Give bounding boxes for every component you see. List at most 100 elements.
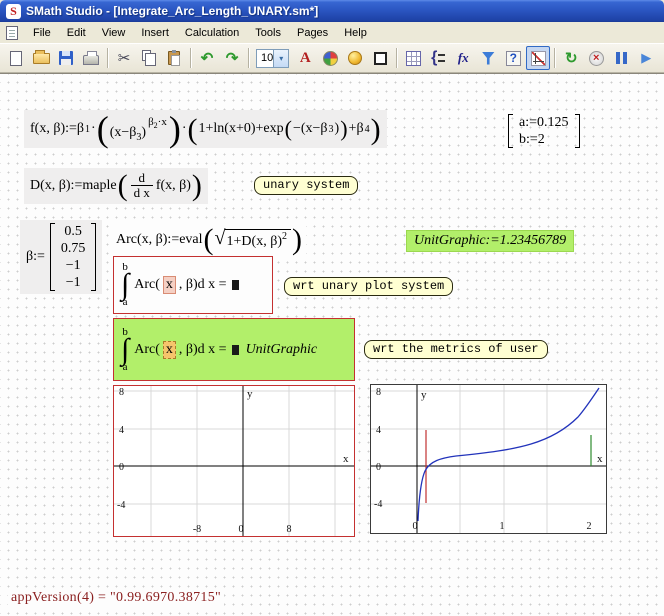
step-button[interactable] bbox=[659, 46, 664, 70]
question-box-icon: ? bbox=[506, 51, 521, 66]
interrupt-button[interactable]: × bbox=[584, 46, 608, 70]
beta-values: 0.5 0.75 −1 −1 bbox=[56, 223, 91, 291]
menu-edit[interactable]: Edit bbox=[59, 24, 94, 42]
menu-insert[interactable]: Insert bbox=[133, 24, 177, 42]
toolbar-separator bbox=[190, 48, 191, 68]
palette-icon bbox=[323, 51, 338, 66]
new-button[interactable] bbox=[4, 46, 28, 70]
paren-open: ( bbox=[204, 226, 214, 253]
derivative-fraction: d d x bbox=[131, 171, 153, 201]
document-icon[interactable] bbox=[6, 26, 18, 40]
save-icon bbox=[59, 51, 73, 65]
copy-icon bbox=[142, 50, 151, 61]
paren-open: ( bbox=[97, 113, 109, 145]
paren-open: ( bbox=[188, 116, 198, 143]
recalculate-button[interactable]: ↻ bbox=[559, 46, 583, 70]
constants-rows: a:=0.125 b:=2 bbox=[514, 114, 574, 148]
integral-icon: ∫ bbox=[121, 338, 129, 362]
color-palette-button[interactable] bbox=[318, 46, 342, 70]
integrand-rest: , β)d x = bbox=[179, 342, 227, 358]
font-letter-icon: A bbox=[300, 50, 311, 67]
label-wrt-unary[interactable]: wrt unary plot system bbox=[284, 277, 453, 296]
equation-system-button[interactable]: { bbox=[426, 46, 450, 70]
result-placeholder[interactable] bbox=[232, 280, 239, 290]
save-button[interactable] bbox=[54, 46, 78, 70]
derivative-den: d x bbox=[131, 185, 153, 200]
label-unary-system[interactable]: unary system bbox=[254, 176, 358, 195]
menu-pages[interactable]: Pages bbox=[289, 24, 336, 42]
beta-value: −1 bbox=[61, 257, 86, 274]
matrix-button[interactable] bbox=[401, 46, 425, 70]
plot-left[interactable]: 8 4 0 -4 -8 0 8 y x bbox=[113, 385, 355, 537]
cut-button[interactable]: ✂ bbox=[112, 46, 136, 70]
result-placeholder[interactable] bbox=[232, 345, 239, 355]
plot-right[interactable]: 8 4 0 -4 0 1 2 y x bbox=[370, 384, 607, 534]
run-button[interactable]: ▶ bbox=[634, 46, 658, 70]
x-tick: 1 bbox=[500, 521, 505, 532]
border-button[interactable] bbox=[368, 46, 392, 70]
chevron-down-icon[interactable]: ▾ bbox=[273, 50, 288, 67]
equation-system-icon: { bbox=[431, 50, 445, 66]
formula-d-region[interactable]: D(x, β):=maple ( d d x f(x, β) ) bbox=[24, 168, 208, 204]
f-group2d: +β bbox=[349, 121, 364, 137]
axes bbox=[371, 385, 606, 533]
formula-f-region[interactable]: f(x, β):=β1 · ( (x−β3) β2·x ) · ( 1+ln(x… bbox=[24, 110, 387, 148]
appversion-text[interactable]: appVersion(4) = "0.99.6970.38715" bbox=[8, 589, 224, 607]
f-group2b: −(x−β bbox=[293, 121, 328, 137]
insert-image-button[interactable] bbox=[343, 46, 367, 70]
arc-lhs: Arc(x, β):=eval bbox=[116, 232, 203, 248]
toolbar: ✂ ↶ ↷ 10 ▾ A { fx ? ↻ × ▶ bbox=[0, 43, 664, 73]
font-button[interactable]: A bbox=[293, 46, 317, 70]
worksheet-canvas[interactable]: f(x, β):=β1 · ( (x−β3) β2·x ) · ( 1+ln(x… bbox=[0, 73, 664, 616]
menu-tools[interactable]: Tools bbox=[247, 24, 289, 42]
filter-button[interactable] bbox=[476, 46, 500, 70]
paste-button[interactable] bbox=[162, 46, 186, 70]
pause-button[interactable] bbox=[609, 46, 633, 70]
x-variable-marked[interactable]: x bbox=[163, 341, 176, 359]
font-size-select[interactable]: 10 ▾ bbox=[256, 49, 289, 68]
brace-glyph: { bbox=[431, 50, 437, 66]
frame-icon bbox=[374, 52, 387, 65]
x-tick: 0 bbox=[413, 521, 418, 532]
beta-vector-region[interactable]: β:= 0.5 0.75 −1 −1 bbox=[20, 220, 102, 294]
toolbar-separator bbox=[107, 48, 108, 68]
integral-region-unary[interactable]: b ∫ a Arc( x , β)d x = bbox=[113, 256, 273, 314]
plot-button[interactable] bbox=[526, 46, 550, 70]
const-a: a:=0.125 bbox=[514, 114, 574, 131]
derivative-num: d bbox=[135, 171, 148, 185]
label-wrt-metrics[interactable]: wrt the metrics of user bbox=[364, 340, 548, 359]
f-sub1: 1 bbox=[85, 124, 90, 135]
funnel-icon bbox=[482, 52, 495, 65]
constants-region[interactable]: a:=0.125 b:=2 bbox=[508, 114, 580, 148]
redo-button[interactable]: ↷ bbox=[220, 46, 244, 70]
titlebar: S SMath Studio - [Integrate_Arc_Length_U… bbox=[0, 0, 664, 22]
menu-help[interactable]: Help bbox=[336, 24, 375, 42]
open-button[interactable] bbox=[29, 46, 53, 70]
print-button[interactable] bbox=[79, 46, 103, 70]
times-dot: · bbox=[182, 121, 187, 137]
x-tick: 8 bbox=[287, 524, 292, 535]
undo-button[interactable]: ↶ bbox=[195, 46, 219, 70]
exp-post: ·x bbox=[158, 116, 167, 128]
question-mark-glyph: ? bbox=[510, 51, 517, 65]
question-button[interactable]: ? bbox=[501, 46, 525, 70]
insert-function-button[interactable]: fx bbox=[451, 46, 475, 70]
menu-calculation[interactable]: Calculation bbox=[177, 24, 247, 42]
d-lhs: D(x, β):=maple bbox=[30, 178, 117, 194]
integral-region-unitgraphic[interactable]: b ∫ a Arc( x , β)d x = UnitGraphic bbox=[113, 318, 355, 381]
x-tick: 0 bbox=[239, 524, 244, 535]
arc-square: 2 bbox=[282, 231, 287, 242]
const-b: b:=2 bbox=[514, 131, 574, 148]
x-tick: -8 bbox=[193, 524, 201, 535]
copy-button[interactable] bbox=[137, 46, 161, 70]
formula-arc-region[interactable]: Arc(x, β):=eval ( √ 1+D(x, β)2 ) bbox=[112, 224, 306, 255]
base-pre: (x−β bbox=[110, 125, 137, 140]
d-arg: f(x, β) bbox=[156, 178, 191, 194]
open-folder-icon bbox=[33, 53, 50, 64]
menu-file[interactable]: File bbox=[25, 24, 59, 42]
unitgraphic-region[interactable]: UnitGraphic:=1.23456789 bbox=[406, 230, 574, 252]
unitgraphic-word: UnitGraphic bbox=[246, 342, 318, 358]
menu-view[interactable]: View bbox=[94, 24, 134, 42]
x-variable-marked[interactable]: x bbox=[163, 276, 176, 294]
lower-limit: a bbox=[123, 362, 128, 373]
